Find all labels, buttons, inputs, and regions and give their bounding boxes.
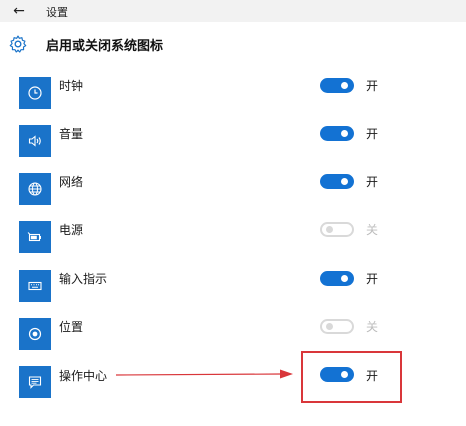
annotation-highlight-box — [301, 351, 402, 403]
